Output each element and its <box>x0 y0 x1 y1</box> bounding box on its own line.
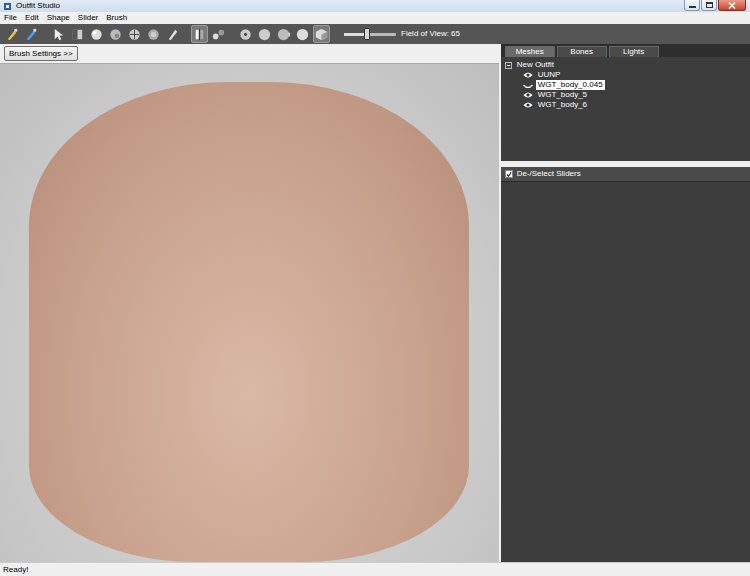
select-icon <box>51 27 66 42</box>
status-bar: Ready! <box>0 562 750 576</box>
panel-tab[interactable]: Meshes <box>505 46 555 57</box>
panel-tab[interactable]: Bones <box>557 46 607 57</box>
brush-bar: Brush Settings >> <box>0 44 499 64</box>
mesh-label[interactable]: WGT_body_6 <box>536 100 589 110</box>
tree-item[interactable]: WGT_body_6 <box>505 100 746 110</box>
tree-item[interactable]: UUNP <box>505 70 746 80</box>
menu-bar: File Edit Shape Slider Brush <box>0 12 750 24</box>
tool-button[interactable] <box>69 25 86 43</box>
mirror-icon <box>192 27 207 42</box>
eye-icon[interactable] <box>523 90 533 100</box>
tool-button[interactable] <box>256 25 273 43</box>
mesh-label[interactable]: UUNP <box>536 70 563 80</box>
tool-button[interactable] <box>210 25 227 43</box>
viewport-panel: Brush Settings >> <box>0 44 499 562</box>
sliders-header: De-/Select Sliders <box>501 167 750 182</box>
sliders-header-label: De-/Select Sliders <box>517 168 581 180</box>
menu-item[interactable]: Slider <box>78 12 98 24</box>
weight-icon <box>165 27 180 42</box>
panel-tab[interactable]: Lights <box>609 46 659 57</box>
brush-settings-button[interactable]: Brush Settings >> <box>4 46 78 61</box>
deflate-icon <box>108 27 123 42</box>
connect-icon <box>211 27 226 42</box>
select-sliders-checkbox[interactable] <box>505 170 513 178</box>
window-title: Outfit Studio <box>16 0 60 12</box>
menu-item[interactable]: Edit <box>25 12 39 24</box>
move-icon <box>127 27 142 42</box>
tool-button[interactable] <box>191 25 208 43</box>
mask-icon <box>70 27 85 42</box>
sphere-icon <box>295 27 310 42</box>
brush-icon <box>5 27 20 42</box>
smooth-icon <box>146 27 161 42</box>
tree-item[interactable]: WGT_body_5 <box>505 90 746 100</box>
tree-item[interactable]: WGT_body_0.045 <box>505 80 746 90</box>
model-render <box>29 82 469 562</box>
minimize-icon[interactable] <box>684 0 700 11</box>
menu-item[interactable]: File <box>4 12 17 24</box>
collapse-icon[interactable] <box>505 62 512 69</box>
menu-item[interactable]: Shape <box>47 12 70 24</box>
tool-button[interactable] <box>88 25 105 43</box>
tool-button[interactable] <box>126 25 143 43</box>
eye-icon[interactable] <box>523 100 533 110</box>
hidden-eye-icon[interactable] <box>523 80 533 90</box>
eye-icon[interactable] <box>523 70 533 80</box>
sliders-panel: De-/Select Sliders <box>501 167 750 562</box>
tool-button[interactable] <box>313 25 330 43</box>
tool-button[interactable] <box>4 25 21 43</box>
mesh-tree: New OutfitUUNPWGT_body_0.045WGT_body_5WG… <box>501 57 750 161</box>
tool-button[interactable] <box>145 25 162 43</box>
3d-viewport[interactable] <box>0 64 499 562</box>
mesh-label[interactable]: WGT_body_0.045 <box>536 80 605 90</box>
fov-knob[interactable] <box>364 28 370 40</box>
point-medium-icon <box>257 27 272 42</box>
fov-slider[interactable] <box>344 33 396 36</box>
fov-control: Field of View: 65 <box>344 28 460 40</box>
close-icon[interactable] <box>718 0 746 11</box>
maximize-icon[interactable] <box>701 0 717 11</box>
menu-item[interactable]: Brush <box>106 12 127 24</box>
tool-button[interactable] <box>164 25 181 43</box>
fov-label: Field of View: 65 <box>401 28 460 40</box>
app-icon <box>3 2 12 11</box>
inflate-icon <box>89 27 104 42</box>
tool-button[interactable] <box>275 25 292 43</box>
tool-button[interactable] <box>23 25 40 43</box>
cube-icon <box>314 27 329 42</box>
mesh-label[interactable]: WGT_body_5 <box>536 90 589 100</box>
side-panel: MeshesBonesLights New OutfitUUNPWGT_body… <box>501 44 750 562</box>
point-large-icon <box>276 27 291 42</box>
tool-button[interactable] <box>107 25 124 43</box>
mask-brush-icon <box>24 27 39 42</box>
tool-button[interactable] <box>50 25 67 43</box>
app-window: Outfit Studio File Edit Shape Slider Brush F… <box>0 0 750 576</box>
tab-bar: MeshesBonesLights <box>501 44 750 57</box>
toolbar: Field of View: 65 <box>0 24 750 44</box>
tool-button[interactable] <box>294 25 311 43</box>
tool-button[interactable] <box>237 25 254 43</box>
point-small-icon <box>238 27 253 42</box>
tree-root-label: New Outfit <box>515 60 556 70</box>
title-bar: Outfit Studio <box>0 0 750 12</box>
tree-root[interactable]: New Outfit <box>505 60 746 70</box>
